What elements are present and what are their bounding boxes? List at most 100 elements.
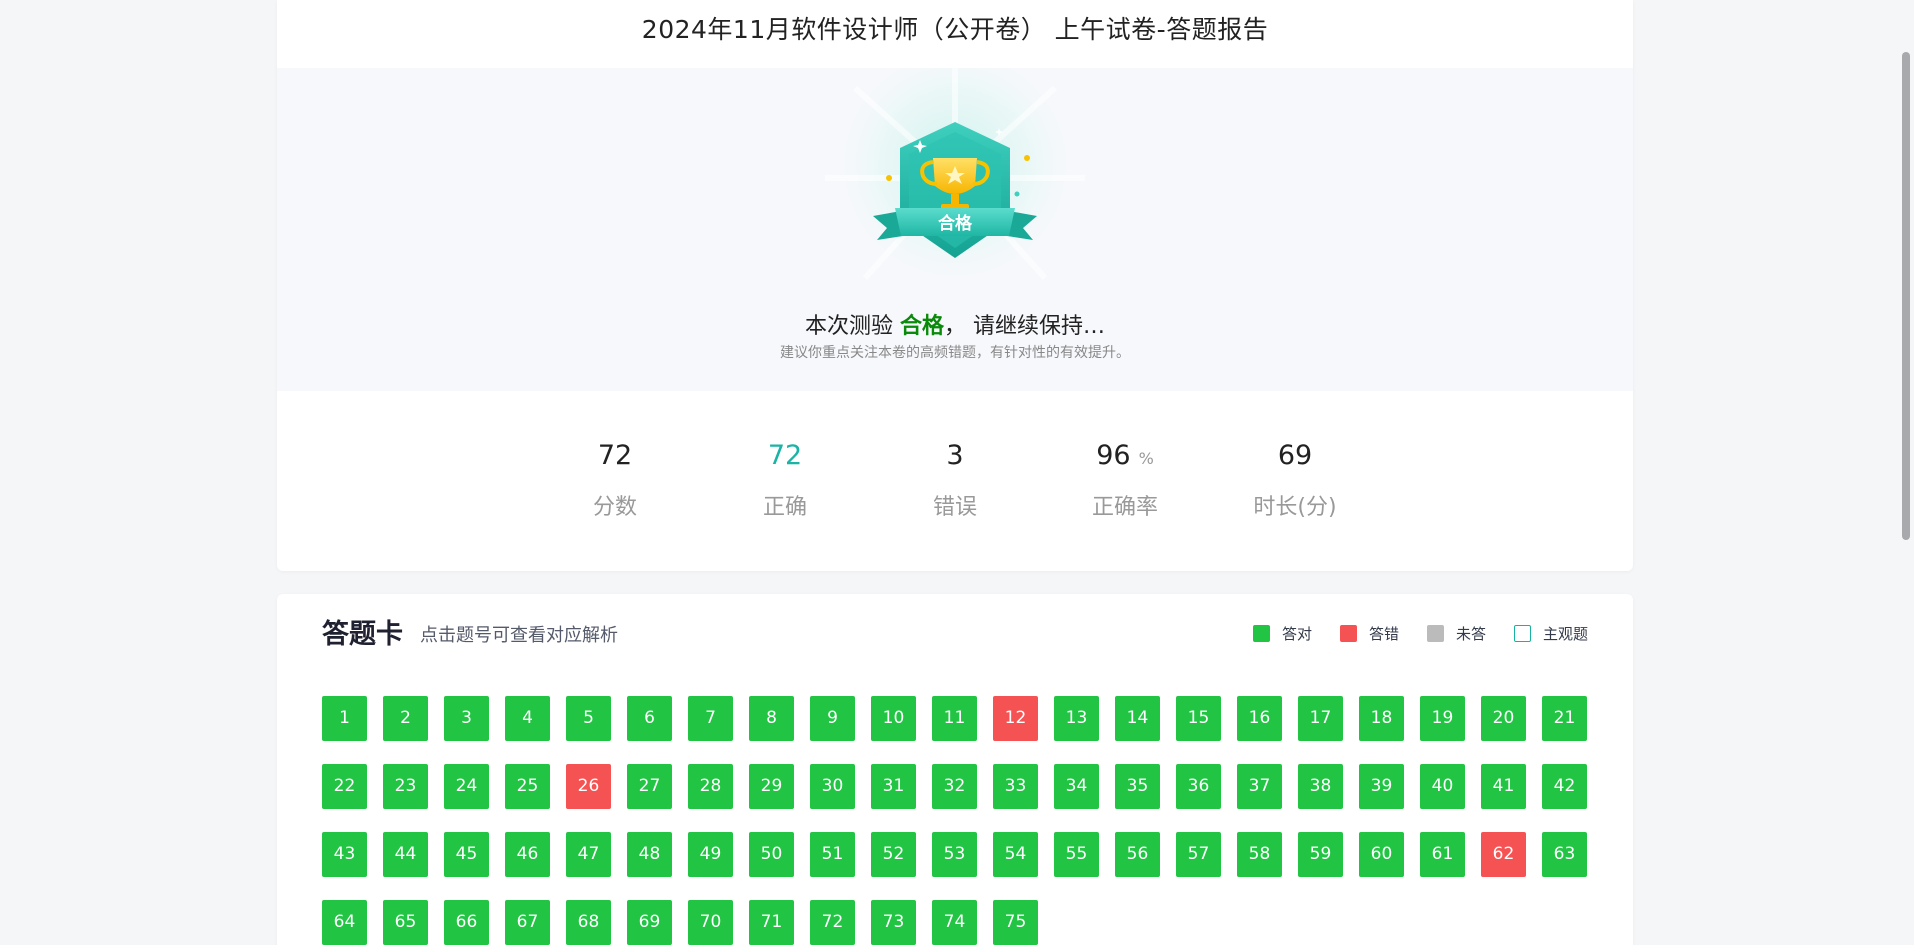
question-button-11[interactable]: 11	[932, 696, 977, 741]
question-button-67[interactable]: 67	[505, 900, 550, 945]
question-button-43[interactable]: 43	[322, 832, 367, 877]
vertical-scrollbar[interactable]	[1897, 0, 1914, 945]
question-button-20[interactable]: 20	[1481, 696, 1526, 741]
question-button-42[interactable]: 42	[1542, 764, 1587, 809]
result-status: 合格	[899, 314, 944, 339]
question-button-64[interactable]: 64	[322, 900, 367, 945]
stat-accuracy-value: 96	[1096, 440, 1131, 471]
stat-wrong-value: 3	[946, 440, 964, 471]
question-button-57[interactable]: 57	[1176, 832, 1221, 877]
question-button-36[interactable]: 36	[1176, 764, 1221, 809]
question-button-25[interactable]: 25	[505, 764, 550, 809]
question-button-8[interactable]: 8	[749, 696, 794, 741]
question-button-35[interactable]: 35	[1115, 764, 1160, 809]
question-button-30[interactable]: 30	[810, 764, 855, 809]
question-button-61[interactable]: 61	[1420, 832, 1465, 877]
question-button-5[interactable]: 5	[566, 696, 611, 741]
question-button-6[interactable]: 6	[627, 696, 672, 741]
question-button-3[interactable]: 3	[444, 696, 489, 741]
stat-duration-label: 时长(分)	[1253, 495, 1337, 520]
question-button-60[interactable]: 60	[1359, 832, 1404, 877]
question-button-9[interactable]: 9	[810, 696, 855, 741]
question-button-28[interactable]: 28	[688, 764, 733, 809]
question-button-63[interactable]: 63	[1542, 832, 1587, 877]
question-button-15[interactable]: 15	[1176, 696, 1221, 741]
question-button-44[interactable]: 44	[383, 832, 428, 877]
question-button-41[interactable]: 41	[1481, 764, 1526, 809]
question-button-48[interactable]: 48	[627, 832, 672, 877]
question-button-51[interactable]: 51	[810, 832, 855, 877]
stat-correct-label: 正确	[762, 495, 807, 520]
question-button-74[interactable]: 74	[932, 900, 977, 945]
question-button-50[interactable]: 50	[749, 832, 794, 877]
question-button-17[interactable]: 17	[1298, 696, 1343, 741]
question-button-21[interactable]: 21	[1542, 696, 1587, 741]
stat-wrong-label: 错误	[932, 495, 977, 520]
question-button-53[interactable]: 53	[932, 832, 977, 877]
question-button-2[interactable]: 2	[383, 696, 428, 741]
stat-accuracy-label: 正确率	[1091, 495, 1158, 520]
pass-badge-icon: 合格	[795, 48, 1115, 308]
question-button-10[interactable]: 10	[871, 696, 916, 741]
report-card: 2024年11月软件设计师（公开卷） 上午试卷-答题报告 合格 本次测验 合格，…	[277, 0, 1633, 571]
question-button-46[interactable]: 46	[505, 832, 550, 877]
question-button-23[interactable]: 23	[383, 764, 428, 809]
question-button-71[interactable]: 71	[749, 900, 794, 945]
question-button-70[interactable]: 70	[688, 900, 733, 945]
scrollbar-thumb[interactable]	[1902, 52, 1910, 540]
stat-duration: 69 时长(分)	[1225, 437, 1365, 521]
stat-accuracy-value-wrap: 96%	[1055, 437, 1195, 475]
question-button-39[interactable]: 39	[1359, 764, 1404, 809]
question-button-68[interactable]: 68	[566, 900, 611, 945]
stat-accuracy-unit: %	[1138, 449, 1154, 468]
question-button-62[interactable]: 62	[1481, 832, 1526, 877]
question-button-65[interactable]: 65	[383, 900, 428, 945]
question-button-18[interactable]: 18	[1359, 696, 1404, 741]
question-button-26[interactable]: 26	[566, 764, 611, 809]
question-button-13[interactable]: 13	[1054, 696, 1099, 741]
result-suffix: ， 请继续保持…	[944, 314, 1105, 339]
stat-score: 72 分数	[545, 437, 685, 521]
question-button-45[interactable]: 45	[444, 832, 489, 877]
question-button-27[interactable]: 27	[627, 764, 672, 809]
badge-text: 合格	[938, 213, 973, 234]
question-button-37[interactable]: 37	[1237, 764, 1282, 809]
question-button-56[interactable]: 56	[1115, 832, 1160, 877]
legend-correct: 答对	[1252, 623, 1312, 644]
question-button-59[interactable]: 59	[1298, 832, 1343, 877]
question-button-32[interactable]: 32	[932, 764, 977, 809]
question-button-38[interactable]: 38	[1298, 764, 1343, 809]
answer-card-title: 答题卡	[322, 619, 403, 650]
question-button-1[interactable]: 1	[322, 696, 367, 741]
legend-wrong: 答错	[1339, 623, 1399, 644]
question-button-69[interactable]: 69	[627, 900, 672, 945]
question-button-72[interactable]: 72	[810, 900, 855, 945]
question-button-16[interactable]: 16	[1237, 696, 1282, 741]
question-button-66[interactable]: 66	[444, 900, 489, 945]
report-title: 2024年11月软件设计师（公开卷） 上午试卷-答题报告	[641, 15, 1269, 44]
question-button-34[interactable]: 34	[1054, 764, 1099, 809]
question-button-24[interactable]: 24	[444, 764, 489, 809]
legend-subjective: 主观题	[1513, 623, 1588, 644]
legend-wrong-label: 答错	[1368, 624, 1399, 643]
question-button-47[interactable]: 47	[566, 832, 611, 877]
question-button-22[interactable]: 22	[322, 764, 367, 809]
question-button-52[interactable]: 52	[871, 832, 916, 877]
stat-correct: 72 正确	[715, 437, 855, 521]
question-button-40[interactable]: 40	[1420, 764, 1465, 809]
question-button-4[interactable]: 4	[505, 696, 550, 741]
question-button-54[interactable]: 54	[993, 832, 1038, 877]
question-button-14[interactable]: 14	[1115, 696, 1160, 741]
question-button-55[interactable]: 55	[1054, 832, 1099, 877]
question-button-12[interactable]: 12	[993, 696, 1038, 741]
question-button-7[interactable]: 7	[688, 696, 733, 741]
legend-unanswered-label: 未答	[1455, 624, 1486, 643]
question-button-19[interactable]: 19	[1420, 696, 1465, 741]
question-button-75[interactable]: 75	[993, 900, 1038, 945]
question-button-33[interactable]: 33	[993, 764, 1038, 809]
question-button-58[interactable]: 58	[1237, 832, 1282, 877]
question-button-29[interactable]: 29	[749, 764, 794, 809]
question-button-31[interactable]: 31	[871, 764, 916, 809]
question-button-49[interactable]: 49	[688, 832, 733, 877]
question-button-73[interactable]: 73	[871, 900, 916, 945]
